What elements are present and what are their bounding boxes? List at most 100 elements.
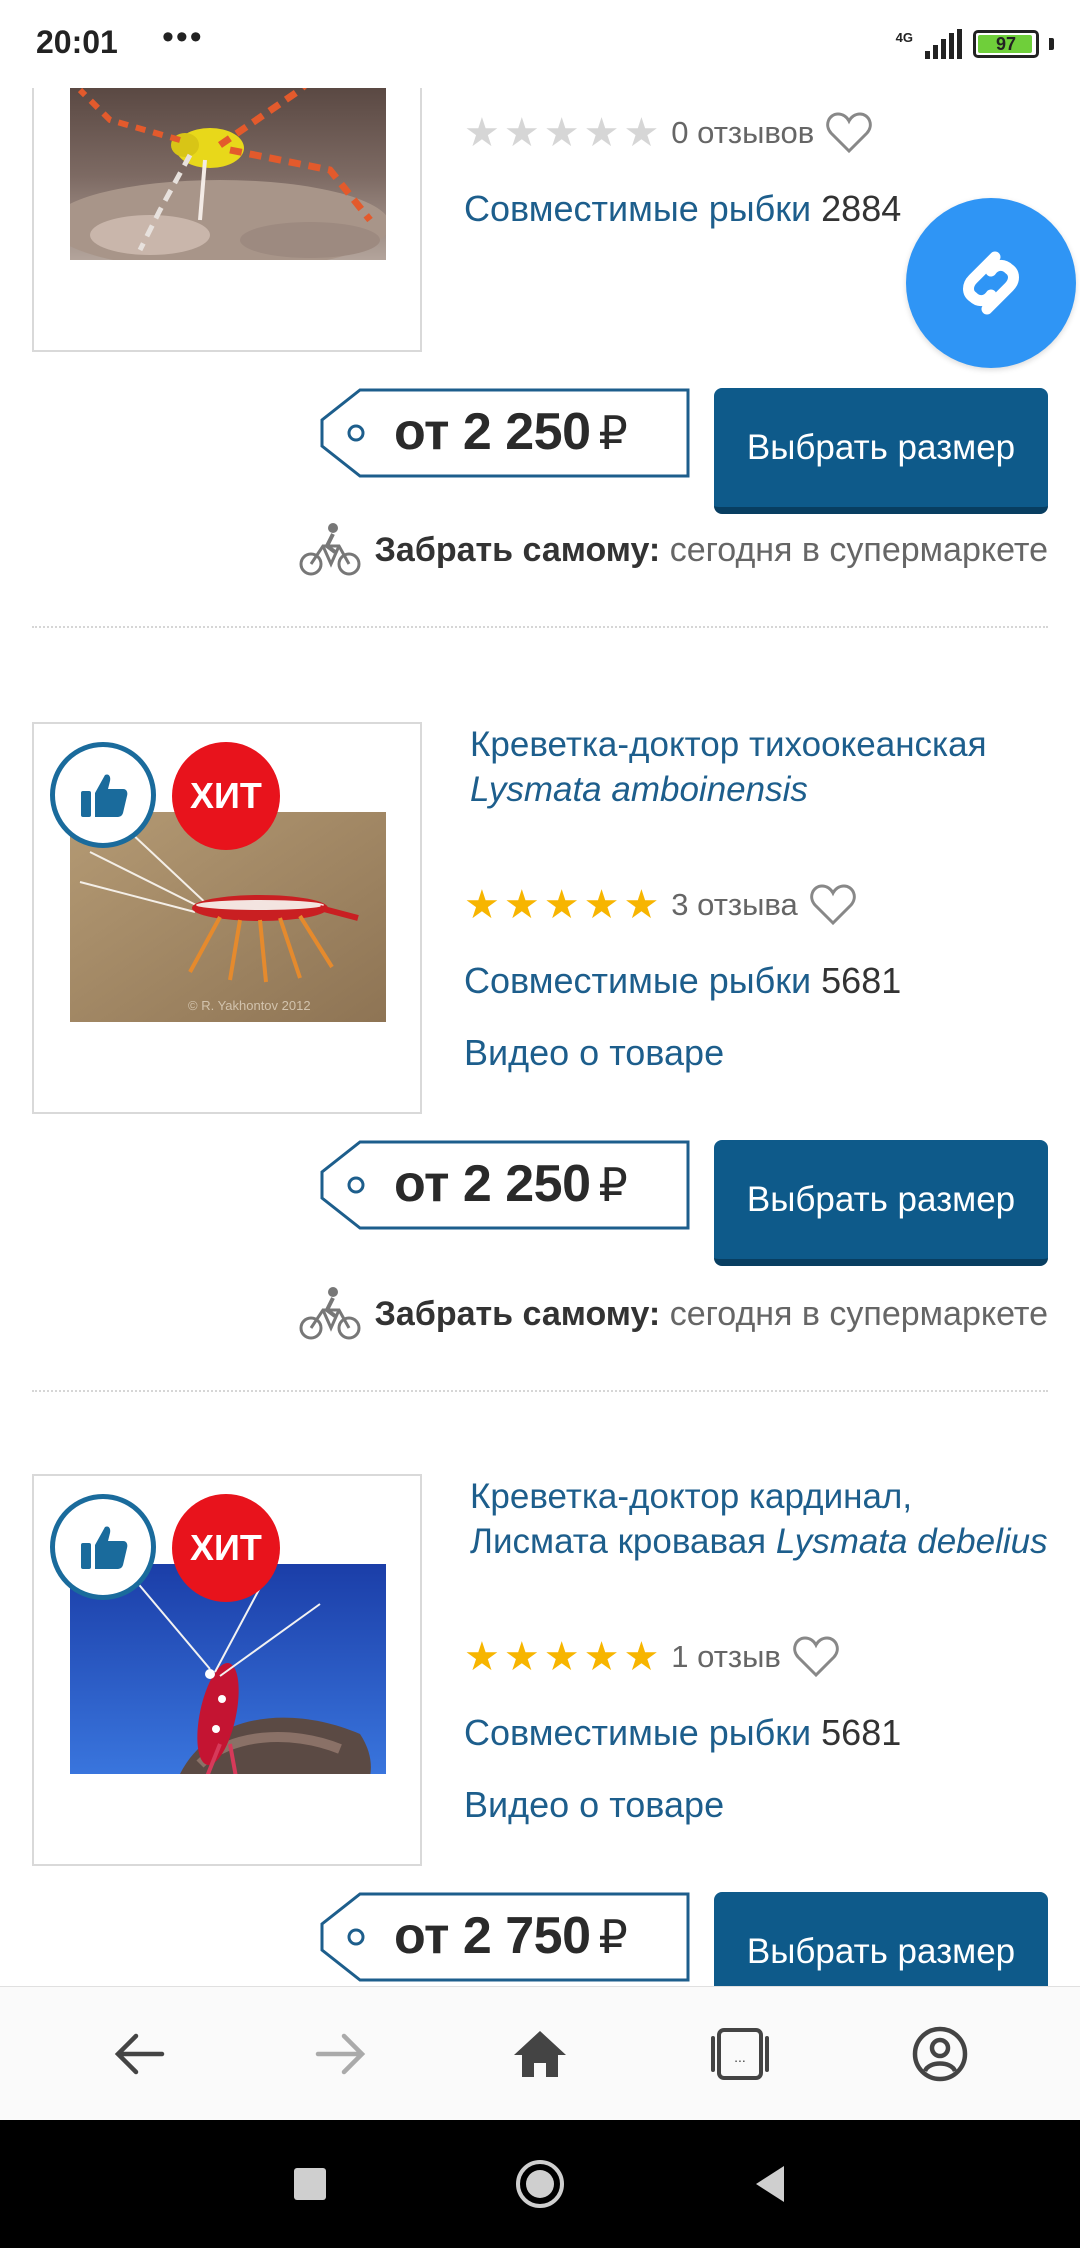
product-image-frame[interactable]: ХИТ	[32, 1474, 422, 1866]
pickup-label: Забрать самому:	[374, 530, 661, 569]
compatible-fish-link[interactable]: Совместимые рыбки 5681	[464, 960, 901, 1002]
pickup-detail: сегодня в супермаркете	[669, 1294, 1048, 1333]
triangle-back-icon	[756, 2166, 784, 2202]
compatible-fish-label: Совместимые рыбки	[464, 1712, 812, 1753]
divider	[32, 626, 1048, 628]
star-icon: ★	[543, 111, 580, 155]
profile-button[interactable]	[900, 2014, 980, 2094]
status-time: 20:01	[36, 24, 118, 60]
product-rating: ★ ★ ★ ★ ★ 0 отзывов	[464, 110, 872, 156]
home-icon	[514, 2030, 566, 2077]
status-more-dots: •••	[162, 18, 204, 56]
account-circle-icon	[912, 2026, 968, 2081]
star-icon: ★	[464, 883, 500, 927]
compatible-fish-count: 5681	[821, 960, 902, 1001]
hit-badge: ХИТ	[172, 1494, 280, 1602]
divider	[32, 1390, 1048, 1392]
shazam-floating-button[interactable]	[906, 198, 1076, 368]
price-tag: от 2 250 ₽	[318, 388, 692, 478]
tabs-icon: ...	[711, 2027, 769, 2080]
product-image-frame[interactable]: © R. Yakhontov 2012 ХИТ	[32, 722, 422, 1114]
pickup-detail: сегодня в супермаркете	[669, 530, 1048, 569]
product-rating: ★ ★ ★ ★ ★ 3 отзыва	[464, 882, 856, 928]
star-icon: ★	[503, 1635, 540, 1679]
product-image-frame[interactable]	[32, 88, 422, 352]
system-back-button[interactable]	[740, 2154, 800, 2214]
rating-stars: ★ ★ ★ ★ ★	[464, 1637, 659, 1677]
product-title: Креветка-доктор тихоокеанская	[470, 725, 987, 764]
choose-size-button[interactable]: Выбрать размер	[714, 388, 1048, 514]
back-button[interactable]	[100, 2014, 180, 2094]
pickup-info: Забрать самому: сегодня в супермаркете	[299, 1284, 1048, 1344]
product-title-link[interactable]: Креветка-доктор кардинал, Лисмата кровав…	[470, 1474, 1050, 1564]
price-value: от 2 750 ₽	[394, 1907, 628, 1965]
recommended-badge	[50, 742, 156, 848]
hit-badge: ХИТ	[172, 742, 280, 850]
price-tag: от 2 250 ₽	[318, 1140, 692, 1230]
compatible-fish-link[interactable]: Совместимые рыбки 2884	[464, 188, 901, 230]
reviews-link[interactable]: 3 отзыва	[671, 887, 797, 923]
reviews-link[interactable]: 0 отзывов	[671, 115, 814, 151]
product-title-latin: Lysmata debelius	[775, 1522, 1048, 1561]
product-title-latin: Lysmata amboinensis	[470, 770, 808, 809]
status-bar: 20:01 ••• 4G 97	[0, 0, 1080, 88]
signal-icon	[925, 29, 962, 59]
price-value: от 2 250 ₽	[394, 1155, 628, 1213]
heart-outline-icon[interactable]	[810, 882, 856, 928]
product-video-link[interactable]: Видео о товаре	[464, 1032, 724, 1074]
heart-outline-icon[interactable]	[826, 110, 872, 156]
choose-size-button[interactable]: Выбрать размер	[714, 1140, 1048, 1266]
tabs-button[interactable]: ...	[700, 2014, 780, 2094]
bicycle-courier-icon	[299, 523, 361, 576]
compatible-fish-link[interactable]: Совместимые рыбки 5681	[464, 1712, 901, 1754]
compatible-fish-label: Совместимые рыбки	[464, 960, 812, 1001]
star-icon: ★	[543, 883, 580, 927]
star-icon: ★	[623, 1635, 660, 1679]
battery-icon: 97	[973, 30, 1039, 58]
heart-outline-icon[interactable]	[793, 1634, 839, 1680]
star-icon: ★	[464, 1635, 500, 1679]
rating-stars: ★ ★ ★ ★ ★	[464, 885, 659, 925]
svg-text:© R. Yakhontov 2012: © R. Yakhontov 2012	[188, 998, 311, 1013]
circle-icon	[516, 2160, 564, 2208]
recommended-badge	[50, 1494, 156, 1600]
status-icons: 4G 97	[896, 24, 1054, 64]
reviews-link[interactable]: 1 отзыв	[671, 1639, 781, 1675]
star-icon: ★	[583, 111, 620, 155]
star-icon: ★	[464, 111, 500, 155]
browser-toolbar: ...	[0, 1986, 1080, 2120]
product-list: ★ ★ ★ ★ ★ 0 отзывов Совместимые рыбки 28…	[0, 88, 1080, 1986]
product-title-link[interactable]: Креветка-доктор тихоокеанская Lysmata am…	[470, 722, 1050, 812]
svg-text:...: ...	[734, 2049, 746, 2065]
home-button[interactable]	[500, 2014, 580, 2094]
star-icon: ★	[503, 883, 540, 927]
forward-button[interactable]	[300, 2014, 380, 2094]
bicycle-courier-icon	[299, 1287, 361, 1340]
system-home-button[interactable]	[510, 2154, 570, 2214]
thumbs-up-icon	[81, 1526, 128, 1569]
star-icon: ★	[623, 883, 660, 927]
pickup-label: Забрать самому:	[374, 1294, 661, 1333]
star-icon: ★	[503, 111, 540, 155]
network-type: 4G	[895, 30, 913, 45]
product-photo	[70, 88, 386, 260]
product-rating: ★ ★ ★ ★ ★ 1 отзыв	[464, 1634, 839, 1680]
compatible-fish-count: 2884	[821, 188, 902, 229]
rating-stars: ★ ★ ★ ★ ★	[464, 113, 659, 153]
compatible-fish-label: Совместимые рыбки	[464, 188, 812, 229]
arrow-left-icon	[114, 2033, 165, 2074]
recents-button[interactable]	[280, 2154, 340, 2214]
thumbs-up-icon	[81, 774, 128, 817]
battery-level: 97	[995, 33, 1017, 54]
star-icon: ★	[543, 1635, 580, 1679]
star-icon: ★	[583, 1635, 620, 1679]
system-navigation-bar	[0, 2120, 1080, 2248]
compatible-fish-count: 5681	[821, 1712, 902, 1753]
product-video-link[interactable]: Видео о товаре	[464, 1784, 724, 1826]
star-icon: ★	[583, 883, 620, 927]
pickup-info: Забрать самому: сегодня в супермаркете	[299, 520, 1048, 580]
star-icon: ★	[623, 111, 660, 155]
choose-size-button[interactable]: Выбрать размер	[714, 1892, 1048, 1986]
price-tag: от 2 750 ₽	[318, 1892, 692, 1982]
shazam-icon	[963, 251, 1019, 315]
